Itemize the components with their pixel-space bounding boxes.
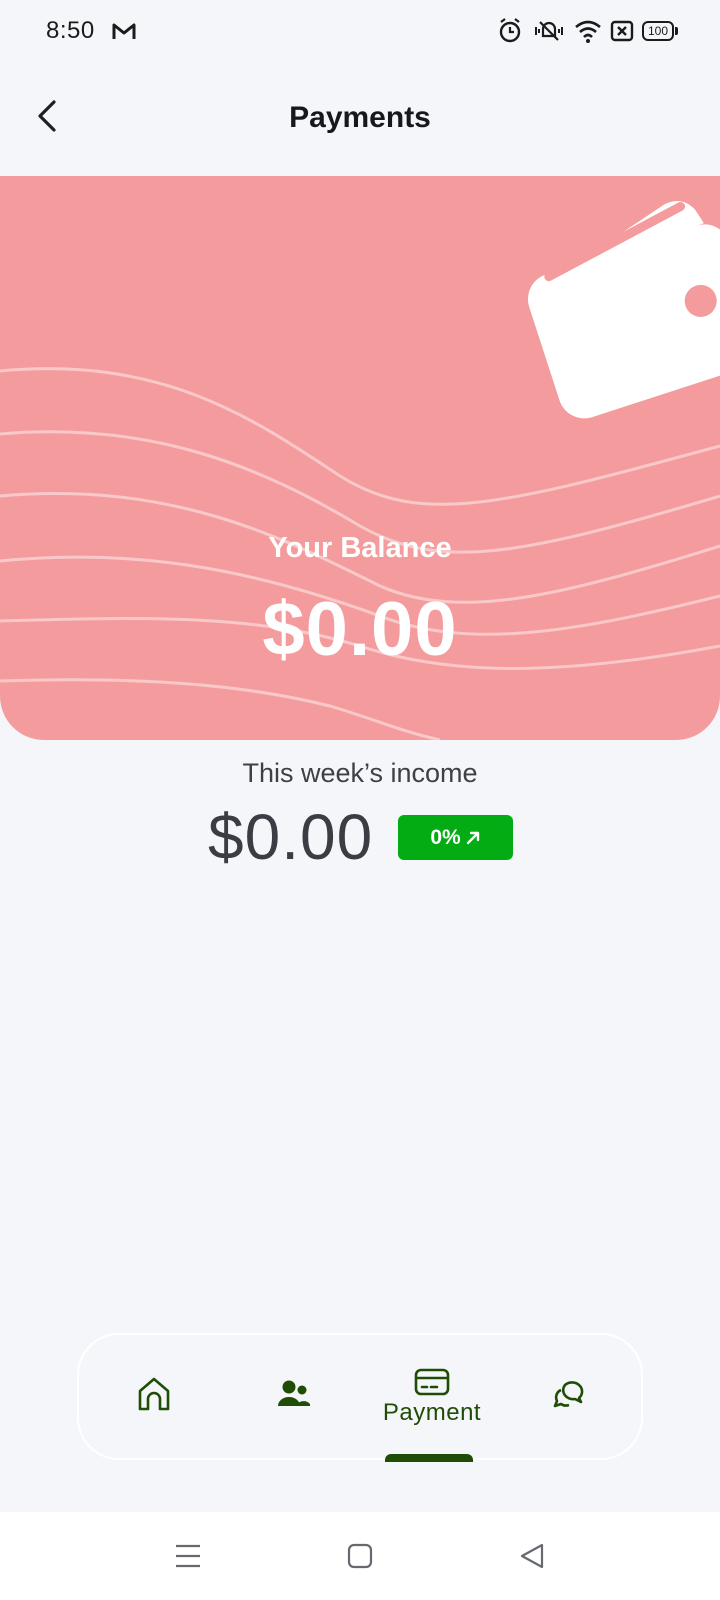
income-change-percent: 0% [430, 825, 461, 849]
arrow-up-right-icon [466, 831, 479, 844]
income-label: This week’s income [242, 758, 478, 788]
menu-icon [176, 1544, 200, 1568]
nav-home[interactable] [119, 1335, 189, 1458]
status-time: 8:50 [46, 17, 95, 44]
wallet-icon [527, 201, 720, 419]
alarm-icon [499, 18, 521, 43]
people-icon [278, 1380, 310, 1406]
balance-card: Your Balance $0.00 [0, 176, 720, 740]
nav-chat[interactable] [534, 1335, 604, 1458]
app-bar: Payments [0, 64, 720, 174]
nav-payment-label: Payment [382, 1399, 482, 1426]
system-nav-bar [0, 1512, 720, 1600]
system-home-button[interactable] [338, 1534, 382, 1578]
nav-active-indicator [385, 1454, 473, 1462]
home-square-icon [347, 1543, 373, 1569]
back-triangle-icon [520, 1543, 544, 1569]
income-amount: $0.00 [208, 801, 374, 873]
battery-icon: 100 [642, 21, 678, 41]
no-sim-icon [610, 20, 634, 42]
system-menu-button[interactable] [166, 1534, 210, 1578]
balance-label: Your Balance [268, 532, 452, 564]
nav-payment[interactable]: Payment [367, 1335, 497, 1458]
nav-people[interactable] [259, 1335, 329, 1458]
balance-amount: $0.00 [262, 587, 458, 672]
wifi-icon [575, 20, 601, 43]
gmail-icon [112, 23, 136, 39]
income-change-badge: 0% [398, 815, 513, 860]
home-icon [138, 1377, 170, 1411]
chat-icon [553, 1381, 584, 1408]
page-title: Payments [289, 101, 431, 134]
credit-card-icon [414, 1368, 450, 1396]
system-back-button[interactable] [510, 1534, 554, 1578]
vibrate-icon [535, 21, 563, 41]
status-bar: 8:50 100 [0, 0, 720, 64]
battery-level: 100 [647, 24, 669, 38]
income-row: $0.00 0% [0, 800, 720, 876]
bottom-nav: Payment [77, 1333, 643, 1462]
